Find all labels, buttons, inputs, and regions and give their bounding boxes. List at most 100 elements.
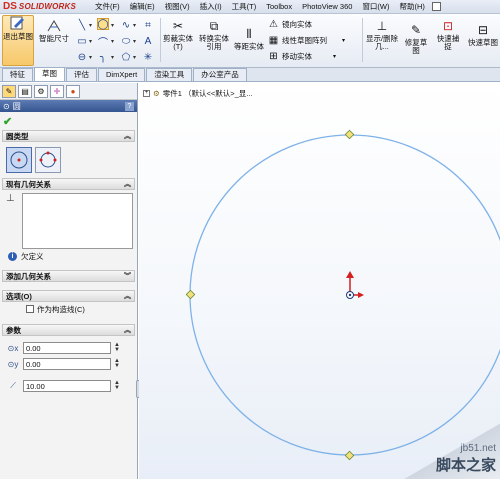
ellipse-icon[interactable]: ⬭ (120, 35, 132, 47)
property-manager: ✎ ▤ ⚙ ✛ ● ⊙ 圆 ? ✔ 圆类型 ︽ 现有几何关系 ︽ ⊥ i 欠定义 (0, 83, 138, 479)
spline-icon[interactable]: ∿ (120, 19, 132, 31)
ds-logo-icon: DS (3, 1, 17, 12)
arc-icon[interactable]: ⌒ (97, 35, 109, 49)
toolbar-separator (362, 18, 363, 62)
menu-window[interactable]: 窗口(W) (357, 1, 394, 12)
property-manager-tab-icon[interactable]: ▤ (18, 84, 32, 98)
rectangle-dropdown-icon[interactable]: ▾ (89, 38, 92, 45)
perimeter-circle-button[interactable] (35, 147, 61, 173)
center-y-input[interactable]: 0.00 (23, 358, 111, 370)
pattern-dropdown-icon[interactable]: ▾ (342, 37, 345, 44)
rapid-sketch-button[interactable]: ⊟ 快速草图 (468, 22, 498, 47)
panel-header: ⊙ 圆 ? (0, 100, 137, 112)
repair-label: 修复草图 (404, 38, 428, 55)
slot-dropdown-icon[interactable]: ▾ (89, 54, 92, 61)
mirror-entities-button[interactable]: ⚠ 镜向实体 (268, 19, 312, 30)
center-x-input[interactable]: 0.00 (23, 342, 111, 354)
arc-dropdown-icon[interactable]: ▾ (111, 38, 114, 45)
center-y-spinner-icon[interactable]: ▲ ▼ (114, 358, 120, 369)
ok-checkmark-icon[interactable]: ✔ (3, 115, 12, 128)
add-relations-header[interactable]: 添加几何关系 ︾ (2, 270, 135, 282)
pin-icon[interactable] (431, 2, 441, 11)
menu-insert[interactable]: 插入(I) (195, 1, 227, 12)
menu-edit[interactable]: 编辑(E) (125, 1, 160, 12)
tab-features[interactable]: 特征 (2, 68, 33, 81)
tab-dimxpert[interactable]: DimXpert (98, 68, 146, 81)
point-icon[interactable]: ⌗ (142, 19, 154, 31)
quadrant-point-top[interactable] (344, 129, 355, 140)
collapse-chevron-icon: ︽ (124, 181, 131, 188)
collapse-chevron-icon: ︽ (124, 133, 131, 140)
construction-label: 作为构造线(C) (37, 304, 85, 314)
menu-tools[interactable]: 工具(T) (227, 1, 262, 12)
graphics-area[interactable]: + ⚙ 零件1 （默认<<默认>_显... jb51.net 脚本之家 (139, 83, 500, 479)
options-header[interactable]: 选项(O) ︽ (2, 290, 135, 302)
move-dropdown-icon[interactable]: ▾ (333, 53, 336, 60)
trim-entities-button[interactable]: ✂ 剪裁实体(T) (163, 18, 193, 51)
repair-sketch-button[interactable]: ✎ 修复草图 (402, 22, 430, 55)
menu-photoview[interactable]: PhotoView 360 (297, 2, 357, 11)
construction-checkbox[interactable] (26, 305, 34, 313)
feature-manager-tab-icon[interactable]: ✎ (2, 84, 16, 98)
display-manager-tab-icon[interactable]: ● (66, 84, 80, 98)
offset-entities-button[interactable]: ⫴ 等距实体 (234, 26, 264, 51)
menu-file[interactable]: 文件(F) (90, 1, 125, 12)
quadrant-point-left[interactable] (185, 289, 196, 300)
polygon-dropdown-icon[interactable]: ▾ (133, 54, 136, 61)
circle-tool-icon[interactable]: ◯ (97, 18, 109, 30)
sketch-circle[interactable] (189, 134, 500, 456)
configuration-manager-tab-icon[interactable]: ⚙ (34, 84, 48, 98)
existing-relations-header[interactable]: 现有几何关系 ︽ (2, 178, 135, 190)
line-icon[interactable]: ╲ (76, 19, 88, 31)
radius-input[interactable]: 10.00 (23, 380, 111, 392)
move-label: 移动实体 (282, 52, 312, 61)
menu-view[interactable]: 视图(V) (160, 1, 195, 12)
help-button[interactable]: ? (125, 101, 134, 111)
perimeter-circle-icon (39, 151, 57, 168)
mirror-icon: ⚠ (269, 19, 278, 30)
circle-type-header[interactable]: 圆类型 ︽ (2, 130, 135, 142)
line-dropdown-icon[interactable]: ▾ (89, 22, 92, 29)
ellipse-dropdown-icon[interactable]: ▾ (133, 38, 136, 45)
smart-dimension-button[interactable]: 智能尺寸 (38, 18, 70, 43)
command-manager: 退出草图 智能尺寸 ╲ ▾ ◯ ▾ ∿ ▾ ⌗ ▭ ▾ ⌒ ▾ ⬭ ▾ A ⊖ … (0, 14, 500, 68)
text-icon[interactable]: A (142, 35, 154, 47)
mirror-label: 镜向实体 (282, 20, 312, 29)
spline-dropdown-icon[interactable]: ▾ (133, 22, 136, 29)
radius-spinner-icon[interactable]: ▲ ▼ (114, 380, 120, 391)
tab-sketch[interactable]: 草图 (34, 67, 65, 81)
polygon-icon[interactable]: ⬠ (120, 51, 132, 63)
rapid-sketch-icon: ⊟ (477, 23, 489, 37)
rectangle-icon[interactable]: ▭ (76, 35, 88, 47)
watermark: jb51.net 脚本之家 (436, 443, 496, 475)
exit-sketch-button[interactable]: 退出草图 (2, 15, 34, 66)
fillet-icon[interactable]: ╮ (97, 51, 109, 63)
relations-list[interactable] (22, 193, 133, 249)
menu-toolbox[interactable]: Toolbox (261, 2, 297, 11)
parameters-header[interactable]: 参数 ︽ (2, 324, 135, 336)
circle-dropdown-icon[interactable]: ▾ (111, 22, 114, 29)
circle-type-options (0, 142, 137, 178)
quadrant-point-bottom[interactable] (344, 450, 355, 461)
app-logo[interactable]: DS SOLIDWORKS (0, 1, 90, 12)
tab-render-tools[interactable]: 渲染工具 (146, 68, 193, 81)
sketch-point-icon[interactable]: ✳ (142, 51, 154, 63)
sketch-canvas[interactable] (139, 83, 500, 479)
menu-help[interactable]: 帮助(H) (395, 1, 430, 12)
move-entities-button[interactable]: ⊞ 移动实体 ▾ (268, 51, 336, 62)
tab-evaluate[interactable]: 评估 (66, 68, 97, 81)
quick-snaps-button[interactable]: ⊡ 快速捕捉 (434, 18, 462, 51)
construction-option[interactable]: 作为构造线(C) (0, 302, 137, 316)
center-circle-button[interactable] (6, 147, 32, 173)
linear-pattern-button[interactable]: ▦ 线性草图阵列 ▾ (268, 35, 345, 46)
rapid-sketch-label: 快速草图 (468, 38, 498, 47)
circle-feature-icon: ⊙ (3, 101, 10, 111)
fillet-dropdown-icon[interactable]: ▾ (111, 54, 114, 61)
collapse-chevron-icon: ︽ (124, 293, 131, 300)
convert-entities-button[interactable]: ⧉ 转换实体引用 (197, 18, 231, 51)
tab-office-products[interactable]: 办公室产品 (193, 68, 247, 81)
slot-icon[interactable]: ⊖ (76, 51, 88, 63)
dimxpert-manager-tab-icon[interactable]: ✛ (50, 84, 64, 98)
center-x-spinner-icon[interactable]: ▲ ▼ (114, 342, 120, 353)
display-delete-relations-button[interactable]: ⊥ 显示/删除几... (364, 18, 400, 51)
